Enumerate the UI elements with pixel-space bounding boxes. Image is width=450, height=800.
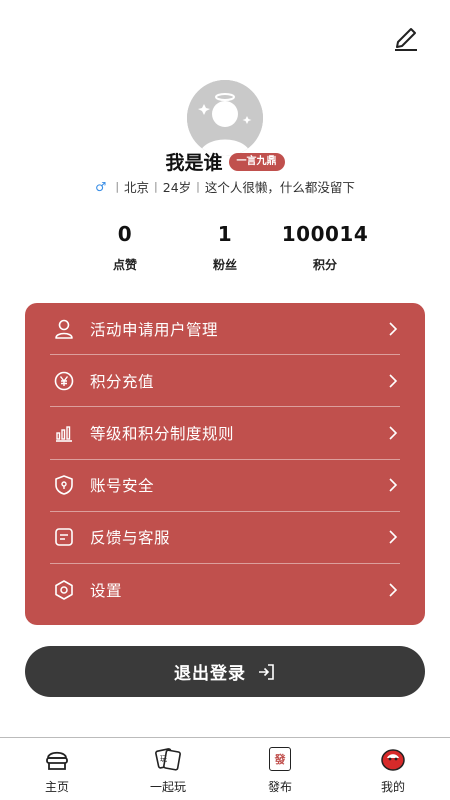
stat-label: 积分 [312, 258, 337, 272]
menu-item-label: 反馈与客服 [90, 529, 171, 548]
gender-icon: ♂ [95, 179, 107, 194]
chevron-right-icon [389, 478, 398, 492]
my-profile-icon [381, 749, 405, 771]
menu-item-activity-user-management[interactable]: 活动申请用户管理 [50, 303, 400, 356]
shield-icon [52, 473, 76, 497]
svg-text:玩: 玩 [160, 755, 167, 763]
chevron-right-icon [389, 530, 398, 544]
stat-label: 粉丝 [212, 258, 237, 272]
tab-label: 一起玩 [149, 780, 186, 794]
menu-item-label: 活动申请用户管理 [90, 320, 219, 339]
hexagon-settings-icon [52, 578, 76, 602]
profile-age: 24岁 [162, 180, 192, 195]
menu-item-level-rules[interactable]: 等级和积分制度规则 [50, 407, 400, 460]
tab-label: 發布 [267, 780, 292, 794]
stat-value: 0 [117, 222, 133, 246]
bar-chart-icon [52, 421, 76, 445]
home-icon [46, 751, 68, 770]
chevron-right-icon [389, 583, 398, 597]
message-icon [52, 525, 76, 549]
chevron-right-icon [389, 426, 398, 440]
publish-icon-glyph: 發 [274, 753, 286, 766]
menu-item-settings[interactable]: 设置 [50, 564, 400, 616]
chevron-right-icon [389, 374, 398, 388]
profile-bio: 这个人很懒，什么都没留下 [204, 180, 355, 195]
menu-card: 活动申请用户管理 积分充值 等级和积分制度规则 账号安全 反馈与客服 设置 [25, 303, 425, 625]
tab-label: 我的 [380, 780, 405, 794]
menu-item-label: 等级和积分制度规则 [90, 424, 235, 443]
bottom-tab-bar: 主页 玩 一起玩 發 發布 我的 [0, 737, 450, 800]
menu-item-label: 积分充值 [90, 372, 155, 391]
logout-label: 退出登录 [174, 664, 246, 684]
publish-icon: 發 [269, 747, 291, 771]
menu-item-feedback-support[interactable]: 反馈与客服 [50, 512, 400, 564]
play-together-icon: 玩 [155, 748, 181, 771]
yen-coin-icon [52, 369, 76, 393]
stat-value: 100014 [281, 222, 369, 246]
stat-fans[interactable]: 1 粉丝 [170, 222, 280, 273]
stat-likes[interactable]: 0 点赞 [70, 222, 180, 273]
tab-home[interactable]: 主页 [17, 744, 97, 795]
user-icon [52, 317, 76, 341]
edit-pencil-icon [395, 28, 417, 51]
divider: | [154, 180, 158, 193]
tab-label: 主页 [44, 780, 69, 794]
title-badge: 一言九鼎 [228, 152, 285, 171]
tab-play-together[interactable]: 玩 一起玩 [128, 744, 208, 795]
chevron-right-icon [389, 322, 398, 336]
menu-item-label: 账号安全 [90, 477, 155, 496]
menu-item-account-security[interactable]: 账号安全 [50, 460, 400, 512]
profile-info-row: ♂ | 北京 | 24岁 | 这个人很懒，什么都没留下 [0, 177, 450, 196]
logout-button[interactable]: 退出登录 [25, 646, 425, 697]
stat-value: 1 [217, 222, 233, 246]
divider: | [196, 180, 200, 193]
default-avatar-icon [187, 80, 263, 156]
edit-profile-button[interactable] [390, 20, 422, 52]
menu-item-label: 设置 [90, 582, 123, 601]
tab-publish[interactable]: 發 發布 [240, 744, 320, 795]
stats-row: 0 点赞 1 粉丝 100014 积分 [0, 222, 450, 282]
stat-points[interactable]: 100014 积分 [270, 222, 380, 273]
menu-item-points-recharge[interactable]: 积分充值 [50, 355, 400, 408]
tab-my-profile[interactable]: 我的 [353, 744, 433, 795]
divider: | [115, 180, 120, 193]
profile-name-row: 我是谁 一言九鼎 [0, 148, 450, 175]
profile-name: 我是谁 [165, 152, 223, 174]
avatar[interactable] [187, 80, 263, 156]
logout-arrow-icon [259, 663, 274, 680]
profile-city: 北京 [124, 180, 150, 195]
stat-label: 点赞 [112, 258, 137, 272]
